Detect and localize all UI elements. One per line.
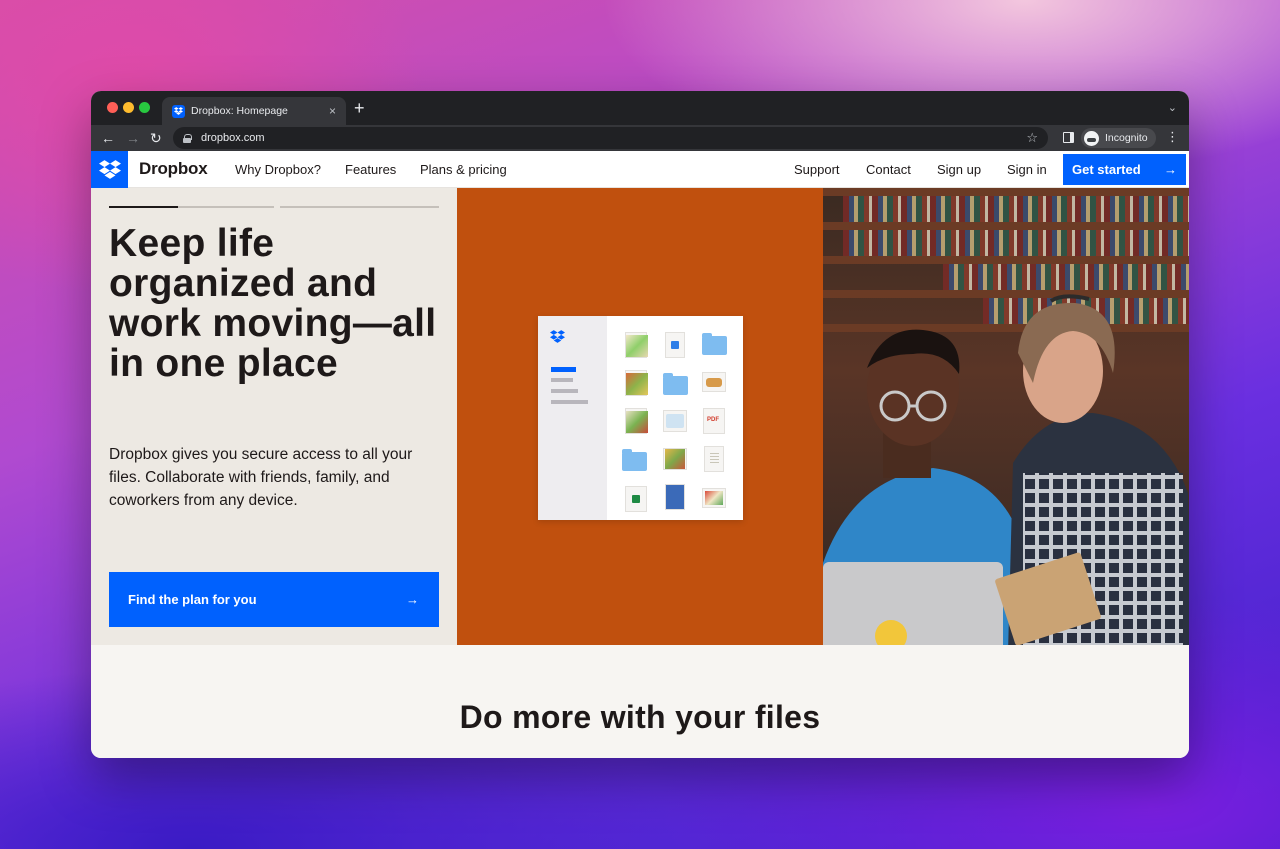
- arrow-right-icon: →: [406, 592, 419, 607]
- document-file-icon: [665, 484, 685, 510]
- lock-icon: [183, 133, 192, 143]
- image-file-icon: [702, 488, 726, 508]
- maximize-window-button[interactable]: [139, 102, 150, 113]
- arrow-right-icon: →: [1164, 162, 1177, 177]
- carousel-progress-1[interactable]: [178, 206, 274, 208]
- tab-close-icon[interactable]: ×: [329, 105, 336, 117]
- tab-strip: Dropbox: Homepage × + ⌄: [91, 91, 1189, 125]
- mockup-nav-item: [551, 378, 573, 382]
- hero-photo: [823, 188, 1189, 645]
- image-file-icon: [702, 372, 726, 392]
- document-file-icon: [665, 332, 685, 358]
- side-panel-icon[interactable]: [1063, 132, 1074, 143]
- browser-menu-icon[interactable]: ⋮: [1166, 130, 1179, 144]
- section-title: Do more with your files: [459, 699, 821, 735]
- image-file-icon: [663, 410, 687, 432]
- app-mockup: PDF: [538, 316, 743, 520]
- shared-folder-icon: [702, 333, 727, 355]
- incognito-label: Incognito: [1105, 132, 1148, 144]
- mockup-nav-active: [551, 367, 576, 372]
- back-button[interactable]: ←: [101, 129, 115, 147]
- hero-title: Keep life organized and work moving—all …: [109, 222, 437, 385]
- site-navigation: Dropbox Why Dropbox? Features Plans & pr…: [91, 151, 1189, 188]
- bookshelf: [823, 188, 1189, 196]
- image-file-icon: [625, 332, 648, 358]
- laptop-photo: [823, 562, 1003, 645]
- find-plan-button[interactable]: Find the plan for you →: [109, 572, 439, 627]
- carousel-progress-2[interactable]: [280, 206, 439, 208]
- image-file-icon: [663, 448, 687, 470]
- carousel-progress-active[interactable]: [109, 206, 178, 208]
- nav-link-sign-in[interactable]: Sign in: [1007, 162, 1047, 177]
- pdf-file-icon: PDF: [703, 408, 725, 434]
- image-file-icon: [625, 408, 648, 434]
- get-started-button[interactable]: Get started →: [1063, 154, 1186, 185]
- document-file-icon: [704, 446, 724, 472]
- nav-link-features[interactable]: Features: [345, 162, 396, 177]
- dropbox-logo-icon[interactable]: [91, 151, 128, 188]
- nav-link-support[interactable]: Support: [794, 162, 840, 177]
- brand-name[interactable]: Dropbox: [139, 159, 208, 179]
- get-started-label: Get started: [1072, 162, 1141, 177]
- url-text[interactable]: dropbox.com: [201, 132, 1026, 144]
- incognito-profile-button[interactable]: Incognito: [1081, 128, 1156, 148]
- nav-link-sign-up[interactable]: Sign up: [937, 162, 981, 177]
- shared-folder-icon: [663, 373, 688, 395]
- bookshelf: [823, 222, 1189, 230]
- shared-folder-icon: [622, 449, 647, 471]
- address-bar[interactable]: dropbox.com ☆: [173, 127, 1048, 149]
- pdf-badge: PDF: [707, 417, 719, 423]
- books-row: [943, 264, 1189, 290]
- books-row: [843, 196, 1189, 222]
- new-tab-button[interactable]: +: [354, 99, 365, 117]
- tab-title: Dropbox: Homepage: [191, 105, 288, 117]
- sticker-icon: [875, 620, 907, 645]
- mockup-nav-item: [551, 389, 578, 393]
- browser-toolbar: ← → ↻ dropbox.com ☆ Incognito ⋮: [91, 125, 1189, 151]
- books-row: [843, 230, 1189, 256]
- nav-link-plans-pricing[interactable]: Plans & pricing: [420, 162, 507, 177]
- forward-button[interactable]: →: [126, 129, 140, 147]
- features-section: Do more with your files: [91, 645, 1189, 758]
- minimize-window-button[interactable]: [123, 102, 134, 113]
- find-plan-label: Find the plan for you: [128, 592, 257, 607]
- image-file-icon: [625, 370, 648, 396]
- close-window-button[interactable]: [107, 102, 118, 113]
- reload-button[interactable]: ↻: [150, 129, 162, 147]
- mockup-nav-item: [551, 400, 588, 404]
- tab-dropbox-homepage[interactable]: Dropbox: Homepage ×: [162, 97, 346, 125]
- browser-window: Dropbox: Homepage × + ⌄ ← → ↻ dropbox.co…: [91, 91, 1189, 758]
- dropbox-favicon-icon: [172, 104, 185, 118]
- nav-link-why-dropbox[interactable]: Why Dropbox?: [235, 162, 321, 177]
- incognito-icon: [1084, 130, 1099, 146]
- hero-text-panel: Keep life organized and work moving—all …: [91, 188, 457, 645]
- hero-product-illustration: PDF: [457, 188, 823, 645]
- bookshelf: [823, 256, 1189, 264]
- spreadsheet-file-icon: [625, 486, 647, 512]
- hero-subtitle: Dropbox gives you secure access to all y…: [109, 446, 413, 509]
- tab-search-icon[interactable]: ⌄: [1168, 101, 1177, 114]
- mockup-sidebar: [538, 316, 607, 520]
- dropbox-logo-icon: [550, 330, 565, 343]
- bookmark-star-icon[interactable]: ☆: [1026, 130, 1038, 146]
- nav-link-contact[interactable]: Contact: [866, 162, 911, 177]
